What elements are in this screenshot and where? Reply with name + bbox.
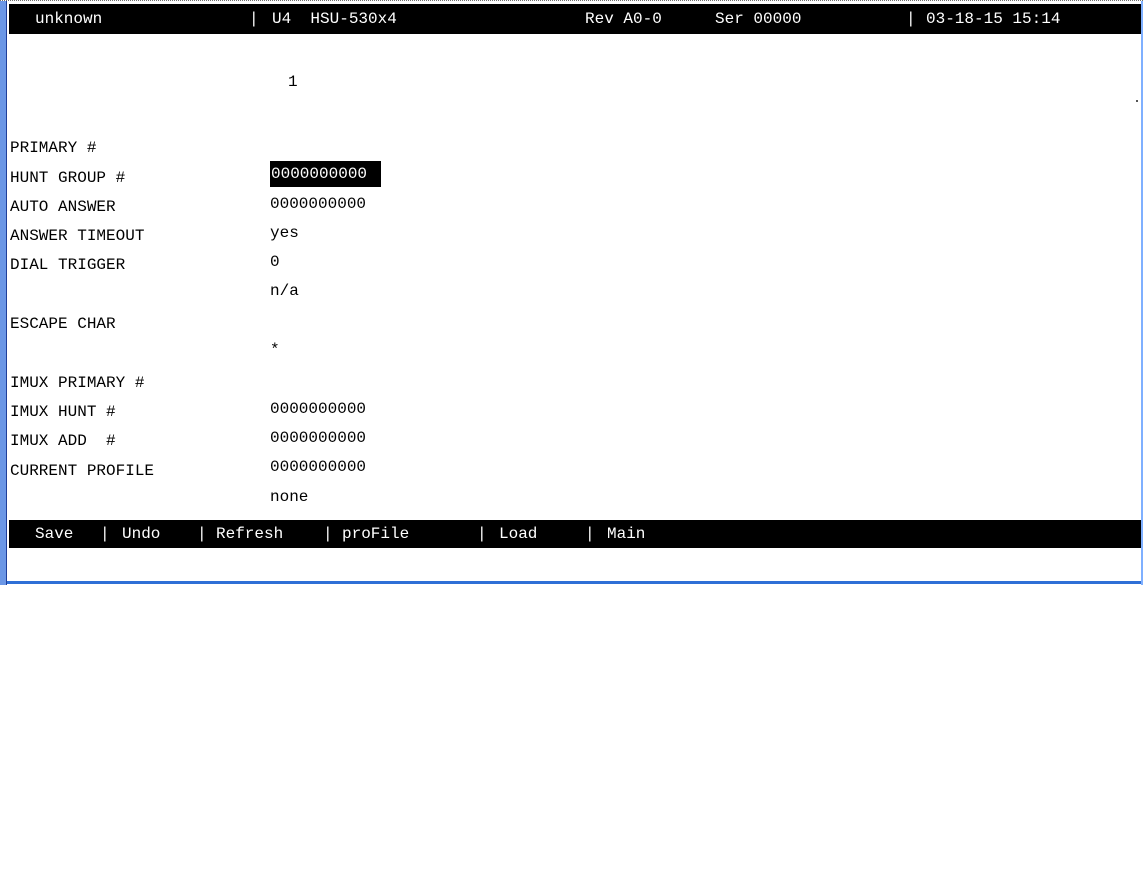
field-row-primary: PRIMARY # 0000000000 (10, 109, 382, 187)
hunt-group-number-field[interactable]: 0000000000 (270, 191, 366, 217)
field-row-imux-add: IMUX ADD # 0000000000 (10, 402, 366, 476)
save-command[interactable]: Save (35, 520, 73, 548)
menu-separator: | (585, 525, 595, 543)
menu-separator: | (323, 525, 333, 543)
field-row-dial-trigger: DIAL TRIGGER n/a (10, 226, 299, 300)
field-row-auto-answer: AUTO ANSWER yes (10, 168, 299, 242)
field-row-imux-primary: IMUX PRIMARY # 0000000000 (10, 344, 366, 418)
imux-hunt-number-field[interactable]: 0000000000 (270, 425, 366, 451)
menu-separator: | (477, 525, 487, 543)
column-index: 1 (288, 73, 298, 91)
window-frame-left-edge (6, 1, 7, 585)
current-profile-field[interactable]: none (270, 484, 308, 510)
menu-separator: | (100, 525, 110, 543)
load-command[interactable]: Load (499, 520, 537, 548)
escape-char-field[interactable]: * (270, 337, 280, 363)
field-row-escape-char: ESCAPE CHAR * (10, 285, 280, 359)
field-label: CURRENT PROFILE (10, 462, 155, 480)
answer-timeout-field[interactable]: 0 (270, 249, 280, 275)
terminal-window: unknown | U4 HSU-530x4 Rev A0-0 Ser 0000… (0, 0, 1143, 585)
header-separator: | (249, 10, 259, 28)
dial-trigger-field[interactable]: n/a (270, 278, 299, 304)
refresh-command[interactable]: Refresh (216, 520, 283, 548)
field-label: ESCAPE CHAR (10, 315, 116, 333)
status-header: unknown | U4 HSU-530x4 Rev A0-0 Ser 0000… (9, 4, 1141, 34)
header-separator: | (906, 10, 916, 28)
field-row-answer-timeout: ANSWER TIMEOUT 0 (10, 197, 280, 271)
main-command[interactable]: Main (607, 520, 645, 548)
command-menu-bar: Save | Undo | Refresh | proFile | Load |… (9, 520, 1141, 548)
device-name: unknown (35, 10, 103, 28)
primary-number-field[interactable]: 0000000000 (270, 161, 382, 187)
unit-model: U4 HSU-530x4 (272, 10, 397, 28)
serial-number: Ser 00000 (715, 10, 802, 28)
revision: Rev A0-0 (585, 10, 662, 28)
field-label: DIAL TRIGGER (10, 256, 126, 274)
auto-answer-field[interactable]: yes (270, 220, 299, 246)
imux-add-number-field[interactable]: 0000000000 (270, 454, 366, 480)
field-row-current-profile: CURRENT PROFILE none (10, 432, 308, 506)
menu-separator: | (197, 525, 207, 543)
imux-primary-number-field[interactable]: 0000000000 (270, 396, 366, 422)
field-row-imux-hunt: IMUX HUNT # 0000000000 (10, 373, 366, 447)
profile-command[interactable]: proFile (342, 520, 409, 548)
undo-command[interactable]: Undo (122, 520, 160, 548)
field-row-hunt-group: HUNT GROUP # 0000000000 (10, 139, 366, 213)
datetime: 03-18-15 15:14 (926, 10, 1061, 28)
stray-pixel (1136, 100, 1138, 102)
